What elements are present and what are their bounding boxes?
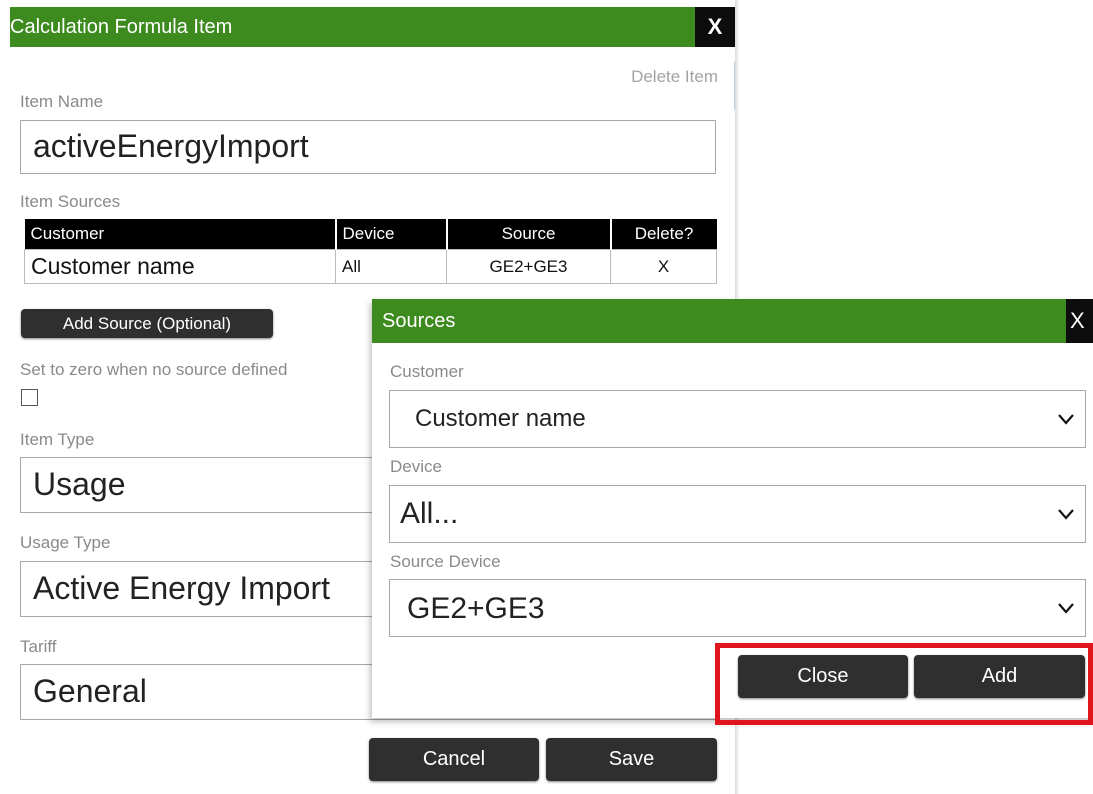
device-select[interactable]: All... [389, 485, 1086, 543]
add-button[interactable]: Add [914, 655, 1085, 698]
device-select-value: All... [400, 497, 459, 530]
column-header-source: Source [446, 219, 612, 250]
item-name-input[interactable]: activeEnergyImport [20, 120, 716, 174]
sources-dialog: Sources X Customer Customer name Device … [372, 299, 1093, 718]
usage-type-label: Usage Type [20, 533, 111, 552]
delete-row-button[interactable]: X [610, 249, 717, 284]
dialog-titlebar: Calculation Formula Item X [10, 7, 735, 47]
cancel-button[interactable]: Cancel [369, 738, 539, 781]
source-device-select-value: GE2+GE3 [407, 592, 545, 625]
cell-device: All [335, 249, 447, 284]
add-source-button[interactable]: Add Source (Optional) [21, 309, 273, 338]
zero-when-no-source-checkbox[interactable] [21, 389, 38, 406]
item-type-label: Item Type [20, 430, 95, 449]
source-device-select[interactable]: GE2+GE3 [389, 579, 1086, 637]
sources-close-x-button[interactable]: X [1066, 299, 1093, 343]
customer-label: Customer [390, 362, 464, 381]
column-header-delete: Delete? [610, 219, 717, 250]
sources-title: Sources [382, 310, 456, 332]
device-label: Device [390, 457, 442, 476]
delete-item-link[interactable]: Delete Item [631, 67, 718, 87]
column-header-customer: Customer [24, 219, 337, 250]
zero-when-no-source-label: Set to zero when no source defined [20, 360, 288, 379]
cell-customer: Customer name [24, 249, 336, 284]
chevron-down-icon [1058, 509, 1074, 520]
sources-titlebar: Sources X [372, 299, 1093, 343]
item-sources-label: Item Sources [20, 192, 121, 211]
save-button[interactable]: Save [546, 738, 717, 781]
source-device-label: Source Device [390, 552, 501, 571]
customer-select[interactable]: Customer name [389, 390, 1086, 448]
chevron-down-icon [1058, 603, 1074, 614]
column-header-device: Device [335, 219, 448, 250]
item-name-label: Item Name [20, 92, 104, 111]
tariff-label: Tariff [20, 637, 57, 656]
table-row: Customer name All GE2+GE3 X [24, 249, 717, 284]
chevron-down-icon [1058, 414, 1074, 425]
customer-select-value: Customer name [415, 405, 586, 432]
dialog-close-button[interactable]: X [695, 7, 735, 47]
item-sources-table: Customer Device Source Delete? Customer … [24, 219, 717, 284]
close-button[interactable]: Close [738, 655, 908, 698]
dialog-title: Calculation Formula Item [10, 16, 233, 38]
cell-source: GE2+GE3 [446, 249, 611, 284]
